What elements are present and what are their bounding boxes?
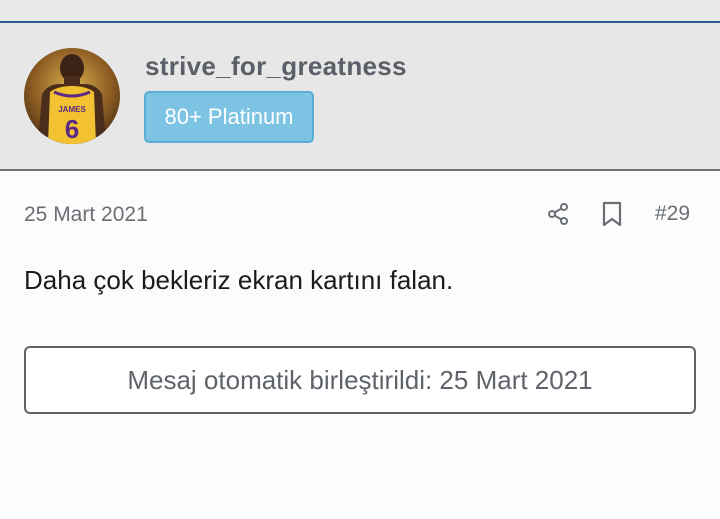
jersey-name: JAMES: [58, 105, 86, 114]
post-body: 25 Mart 2021 #29 Daha çok bekleriz ekran…: [0, 171, 720, 519]
player-avatar-icon: JAMES 6: [24, 48, 120, 144]
avatar[interactable]: JAMES 6: [24, 48, 120, 144]
bookmark-icon: [602, 201, 622, 227]
share-icon: [548, 203, 568, 225]
post-number-link[interactable]: #29: [655, 202, 690, 226]
bookmark-button[interactable]: [597, 199, 627, 229]
share-button[interactable]: [543, 199, 573, 229]
user-title-badge: 80+ Platinum: [144, 91, 314, 143]
post-author-header: JAMES 6 strive_for_greatness 80+ Platinu…: [0, 23, 720, 171]
jersey-number: 6: [65, 114, 79, 144]
post-date[interactable]: 25 Mart 2021: [24, 203, 148, 227]
username-link[interactable]: strive_for_greatness: [145, 51, 407, 82]
top-strip: [0, 0, 720, 23]
merge-notice: Mesaj otomatik birleştirildi: 25 Mart 20…: [24, 346, 696, 414]
post-message: Daha çok bekleriz ekran kartını falan.: [24, 265, 454, 295]
